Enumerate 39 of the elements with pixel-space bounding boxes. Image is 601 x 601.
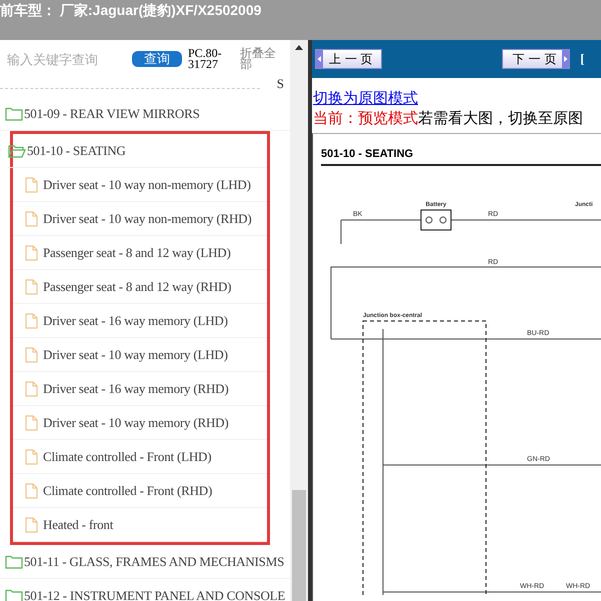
original-mode-link[interactable]: 切换为原图模式	[313, 89, 418, 107]
search-button[interactable]: 查询	[132, 51, 182, 67]
tree-file-item[interactable]: Driver seat - 16 way memory (RHD)	[13, 372, 267, 406]
document-icon	[25, 380, 38, 396]
tree-file-item[interactable]: Passenger seat - 8 and 12 way (RHD)	[13, 270, 267, 304]
tree-file-item[interactable]: Driver seat - 10 way memory (LHD)	[13, 338, 267, 372]
tree-file-item[interactable]: Driver seat - 16 way memory (LHD)	[13, 304, 267, 338]
tree-file-item[interactable]: Heated - front	[13, 508, 267, 542]
tree-file-item[interactable]: Driver seat - 10 way non-memory (RHD)	[13, 202, 267, 236]
document-icon	[25, 346, 38, 362]
tree-folder-item[interactable]: 501-11 - GLASS, FRAMES AND MECHANISMS	[0, 545, 290, 579]
tree-file-item[interactable]: Driver seat - 10 way memory (RHD)	[13, 406, 267, 440]
scrollbar-thumb[interactable]	[292, 490, 306, 601]
document-icon	[25, 210, 38, 226]
tree-file-item[interactable]: Passenger seat - 8 and 12 way (LHD)	[13, 236, 267, 270]
previous-page-button[interactable]: 上 一 页	[315, 49, 382, 69]
document-icon	[25, 244, 38, 260]
tree-file-item[interactable]: Climate controlled - Front (RHD)	[13, 474, 267, 508]
code-label: PC.80-31727	[188, 48, 223, 70]
document-icon	[25, 278, 38, 294]
clipped-text: [	[580, 51, 585, 67]
document-icon	[25, 312, 38, 328]
diagram-title: 501-10 - SEATING	[321, 148, 414, 160]
tree-folder-item[interactable]: 501-10 - SEATING	[8, 134, 267, 168]
document-icon	[25, 482, 38, 498]
preview-mode-label: 当前：预览模式	[313, 109, 418, 127]
tree-file-item[interactable]: Climate controlled - Front (LHD)	[13, 440, 267, 474]
scrollbar[interactable]	[290, 40, 308, 601]
scroll-up-icon[interactable]	[295, 45, 303, 50]
vehicle-title: 前车型： 厂家:Jaguar(捷豹)XF/X2502009	[0, 2, 262, 18]
document-icon	[25, 414, 38, 430]
next-page-button[interactable]: 下 一 页	[502, 49, 570, 69]
document-icon	[25, 448, 38, 464]
collapse-all-link[interactable]: 折叠全部	[240, 48, 280, 70]
document-icon	[25, 176, 38, 192]
tree-folder-item[interactable]: 501-09 - REAR VIEW MIRRORS	[0, 97, 290, 131]
notice-text: 若需看大图，切换至原图	[418, 109, 583, 127]
tree-file-item[interactable]: Driver seat - 10 way non-memory (LHD)	[13, 168, 267, 202]
document-icon	[25, 516, 38, 532]
